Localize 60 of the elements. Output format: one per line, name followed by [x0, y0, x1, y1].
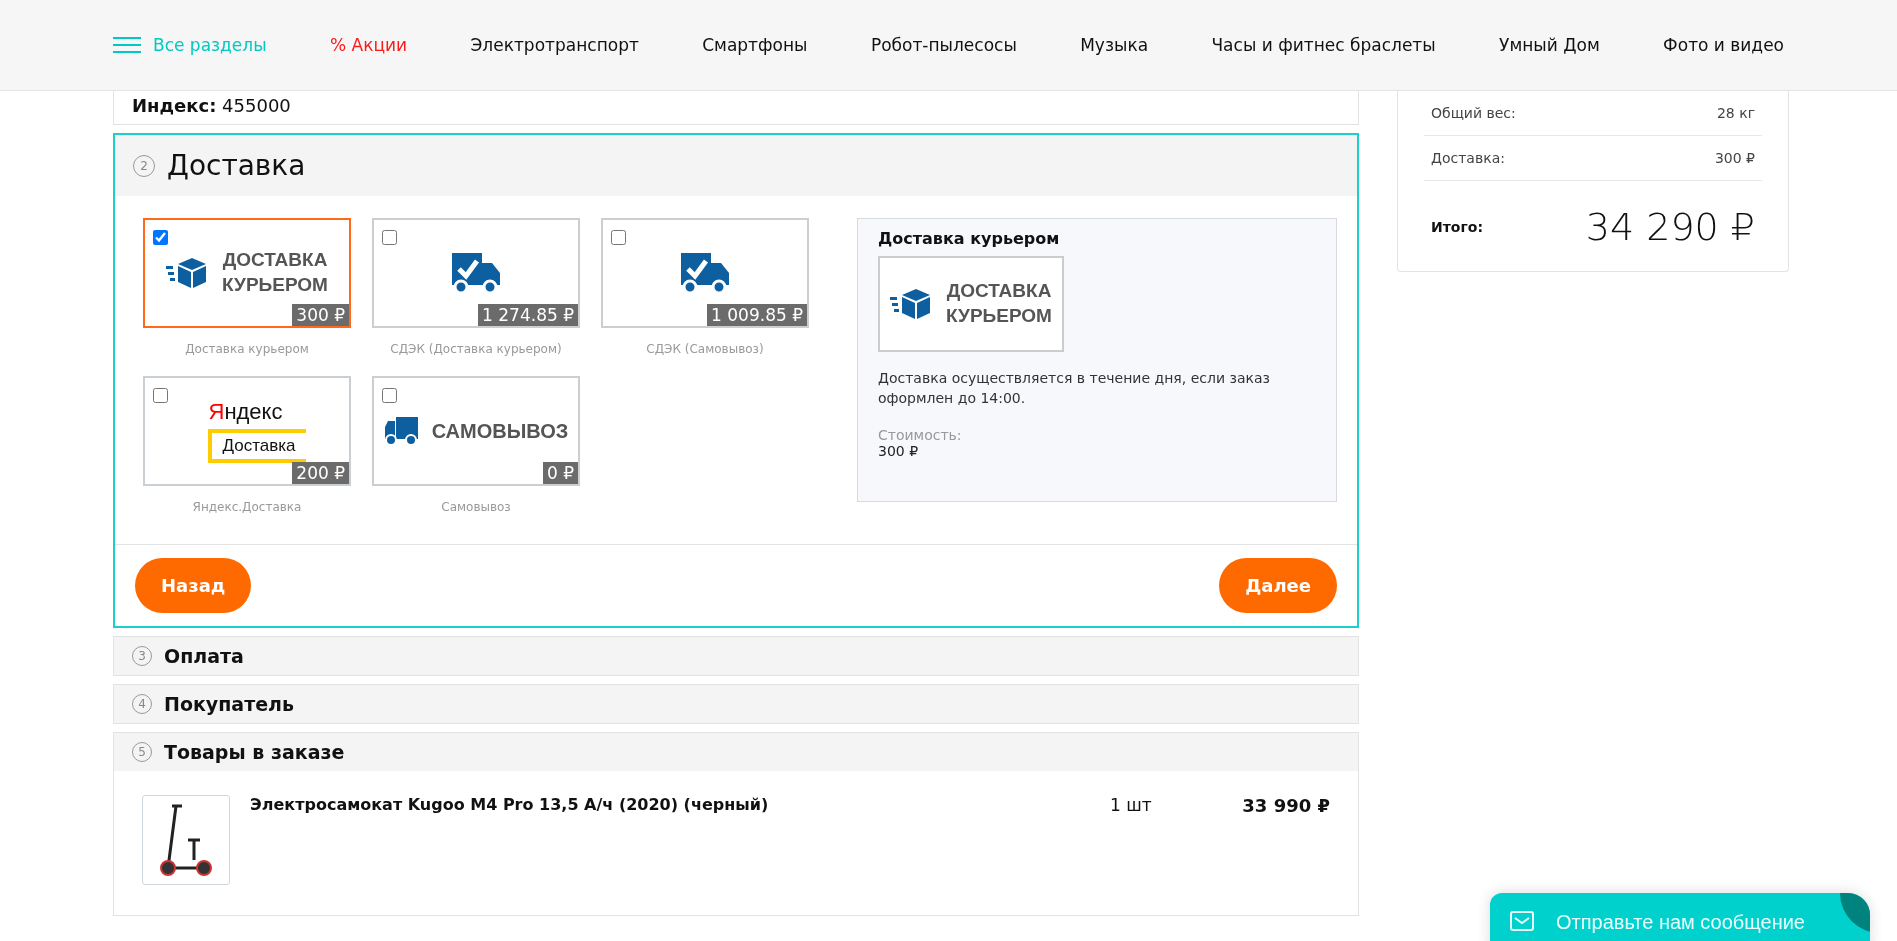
nav-link[interactable]: Смартфоны — [702, 35, 808, 55]
section-title: Товары в заказе — [164, 741, 345, 763]
price-tag: 1 274.85 ₽ — [478, 304, 578, 326]
cost-label: Стоимость: — [878, 426, 963, 443]
option-caption: Самовывоз — [441, 500, 511, 514]
nav-link[interactable]: Робот-пылесосы — [870, 35, 1017, 55]
truck-icon — [383, 415, 420, 447]
summary-value: 28 кг — [1716, 105, 1755, 121]
delivery-option-card[interactable]: ДОСТАВКА КУРЬЕРОМ 300 ₽ — [143, 218, 351, 328]
info-title: Доставка курьером — [878, 229, 1061, 248]
option-checkbox[interactable] — [382, 230, 397, 245]
delivery-option-card[interactable]: 1 274.85 ₽ — [372, 218, 580, 328]
option-caption: Доставка курьером — [185, 342, 309, 356]
nav-link[interactable]: Музыка — [1080, 35, 1149, 55]
summary-value: 300 ₽ — [1714, 150, 1755, 166]
truck-check-icon — [450, 251, 502, 295]
section-header[interactable]: 4 Покупатель — [114, 685, 1358, 723]
logo-text: Яндекс — [208, 399, 283, 425]
menu-icon — [113, 37, 141, 53]
product-name: Электросамокат Kugoo M4 Pro 13,5 А/ч (2020) (черный) — [250, 795, 770, 814]
option-checkbox[interactable] — [153, 230, 168, 245]
total-amount: 34 290 ₽ — [1585, 205, 1755, 249]
product-quantity: 1 шт — [1110, 795, 1153, 815]
price-tag: 200 ₽ — [292, 462, 349, 484]
section-title: Оплата — [164, 645, 244, 667]
summary-label: Общий вес: — [1431, 105, 1516, 121]
nav-link[interactable]: Фото и видео — [1663, 35, 1784, 55]
logo-text: САМОВЫВОЗ — [431, 419, 569, 444]
option-caption: Яндекс.Доставка — [192, 500, 302, 514]
delivery-option-card[interactable]: САМОВЫВОЗ 0 ₽ — [372, 376, 580, 486]
scooter-icon — [158, 802, 214, 878]
price-tag: 1 009.85 ₽ — [707, 304, 807, 326]
nav-link[interactable]: % Акции — [330, 35, 408, 55]
section-header[interactable]: 5 Товары в заказе — [114, 733, 1358, 771]
section-title: Доставка — [167, 149, 306, 182]
section-header[interactable]: 3 Оплата — [114, 637, 1358, 675]
delivery-option-card[interactable]: 1 009.85 ₽ — [601, 218, 809, 328]
logo-tag: Доставка — [208, 429, 306, 463]
option-checkbox[interactable] — [153, 388, 168, 403]
option-caption: СДЭК (Доставка курьером) — [390, 342, 562, 356]
option-caption: СДЭК (Самовывоз) — [646, 342, 764, 356]
product-price: 33 990 ₽ — [1241, 795, 1330, 816]
cost-value: 300 ₽ — [878, 442, 920, 459]
logo-text: ДОСТАВКА КУРЬЕРОМ — [946, 279, 1052, 328]
truck-check-icon — [679, 251, 731, 295]
nav-link[interactable]: Умный Дом — [1499, 35, 1600, 55]
price-tag: 0 ₽ — [542, 462, 578, 484]
nav-link[interactable]: Электротранспорт — [470, 35, 639, 55]
summary-label: Доставка: — [1431, 150, 1505, 166]
mail-icon — [1510, 911, 1534, 931]
delivery-option-card[interactable]: Яндекс Доставка 200 ₽ — [143, 376, 351, 486]
option-checkbox[interactable] — [611, 230, 626, 245]
logo-text: ДОСТАВКА КУРЬЕРОМ — [222, 248, 328, 297]
index-text: Индекс: 455000 — [132, 95, 291, 116]
info-description: Доставка осуществляется в течение дня, если заказ оформлен до 14:00. — [878, 369, 1271, 409]
option-checkbox[interactable] — [382, 388, 397, 403]
nav-link[interactable]: Часы и фитнес браслеты — [1211, 35, 1436, 55]
total-label: Итого: — [1431, 219, 1483, 235]
price-tag: 300 ₽ — [292, 304, 349, 326]
section-title: Покупатель — [164, 693, 294, 715]
